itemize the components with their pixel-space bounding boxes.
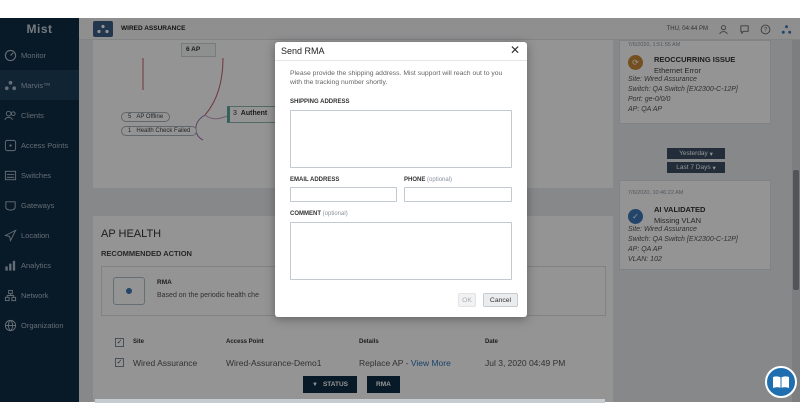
dialog-divider (275, 60, 527, 61)
send-rma-dialog: Send RMA ✕ Please provide the shipping a… (275, 42, 527, 317)
phone-field[interactable] (404, 187, 512, 202)
phone-label: PHONE (optional) (404, 177, 452, 183)
email-address-label: EMAIL ADDRESS (290, 177, 340, 183)
horizontal-scrollbar[interactable] (95, 399, 605, 403)
dialog-title: Send RMA (281, 46, 325, 56)
dialog-description: Please provide the shipping address. Mis… (290, 70, 503, 86)
close-icon[interactable]: ✕ (510, 43, 520, 57)
comment-label: COMMENT (optional) (290, 211, 348, 217)
comment-optional-hint: (optional) (322, 211, 348, 217)
phone-label-text: PHONE (404, 177, 426, 183)
shipping-address-field[interactable] (290, 110, 512, 168)
help-book-button[interactable] (765, 366, 797, 398)
comment-field[interactable] (290, 222, 512, 280)
comment-label-text: COMMENT (290, 211, 321, 217)
ok-button[interactable]: OK (458, 293, 476, 307)
book-icon (773, 376, 789, 388)
app-window: Mist Monitor Marvis™ Clients Access Poin… (0, 18, 800, 402)
cancel-button[interactable]: Cancel (483, 293, 518, 307)
phone-optional-hint: (optional) (427, 177, 453, 183)
shipping-address-label: SHIPPING ADDRESS (290, 99, 350, 105)
email-field[interactable] (290, 187, 397, 202)
